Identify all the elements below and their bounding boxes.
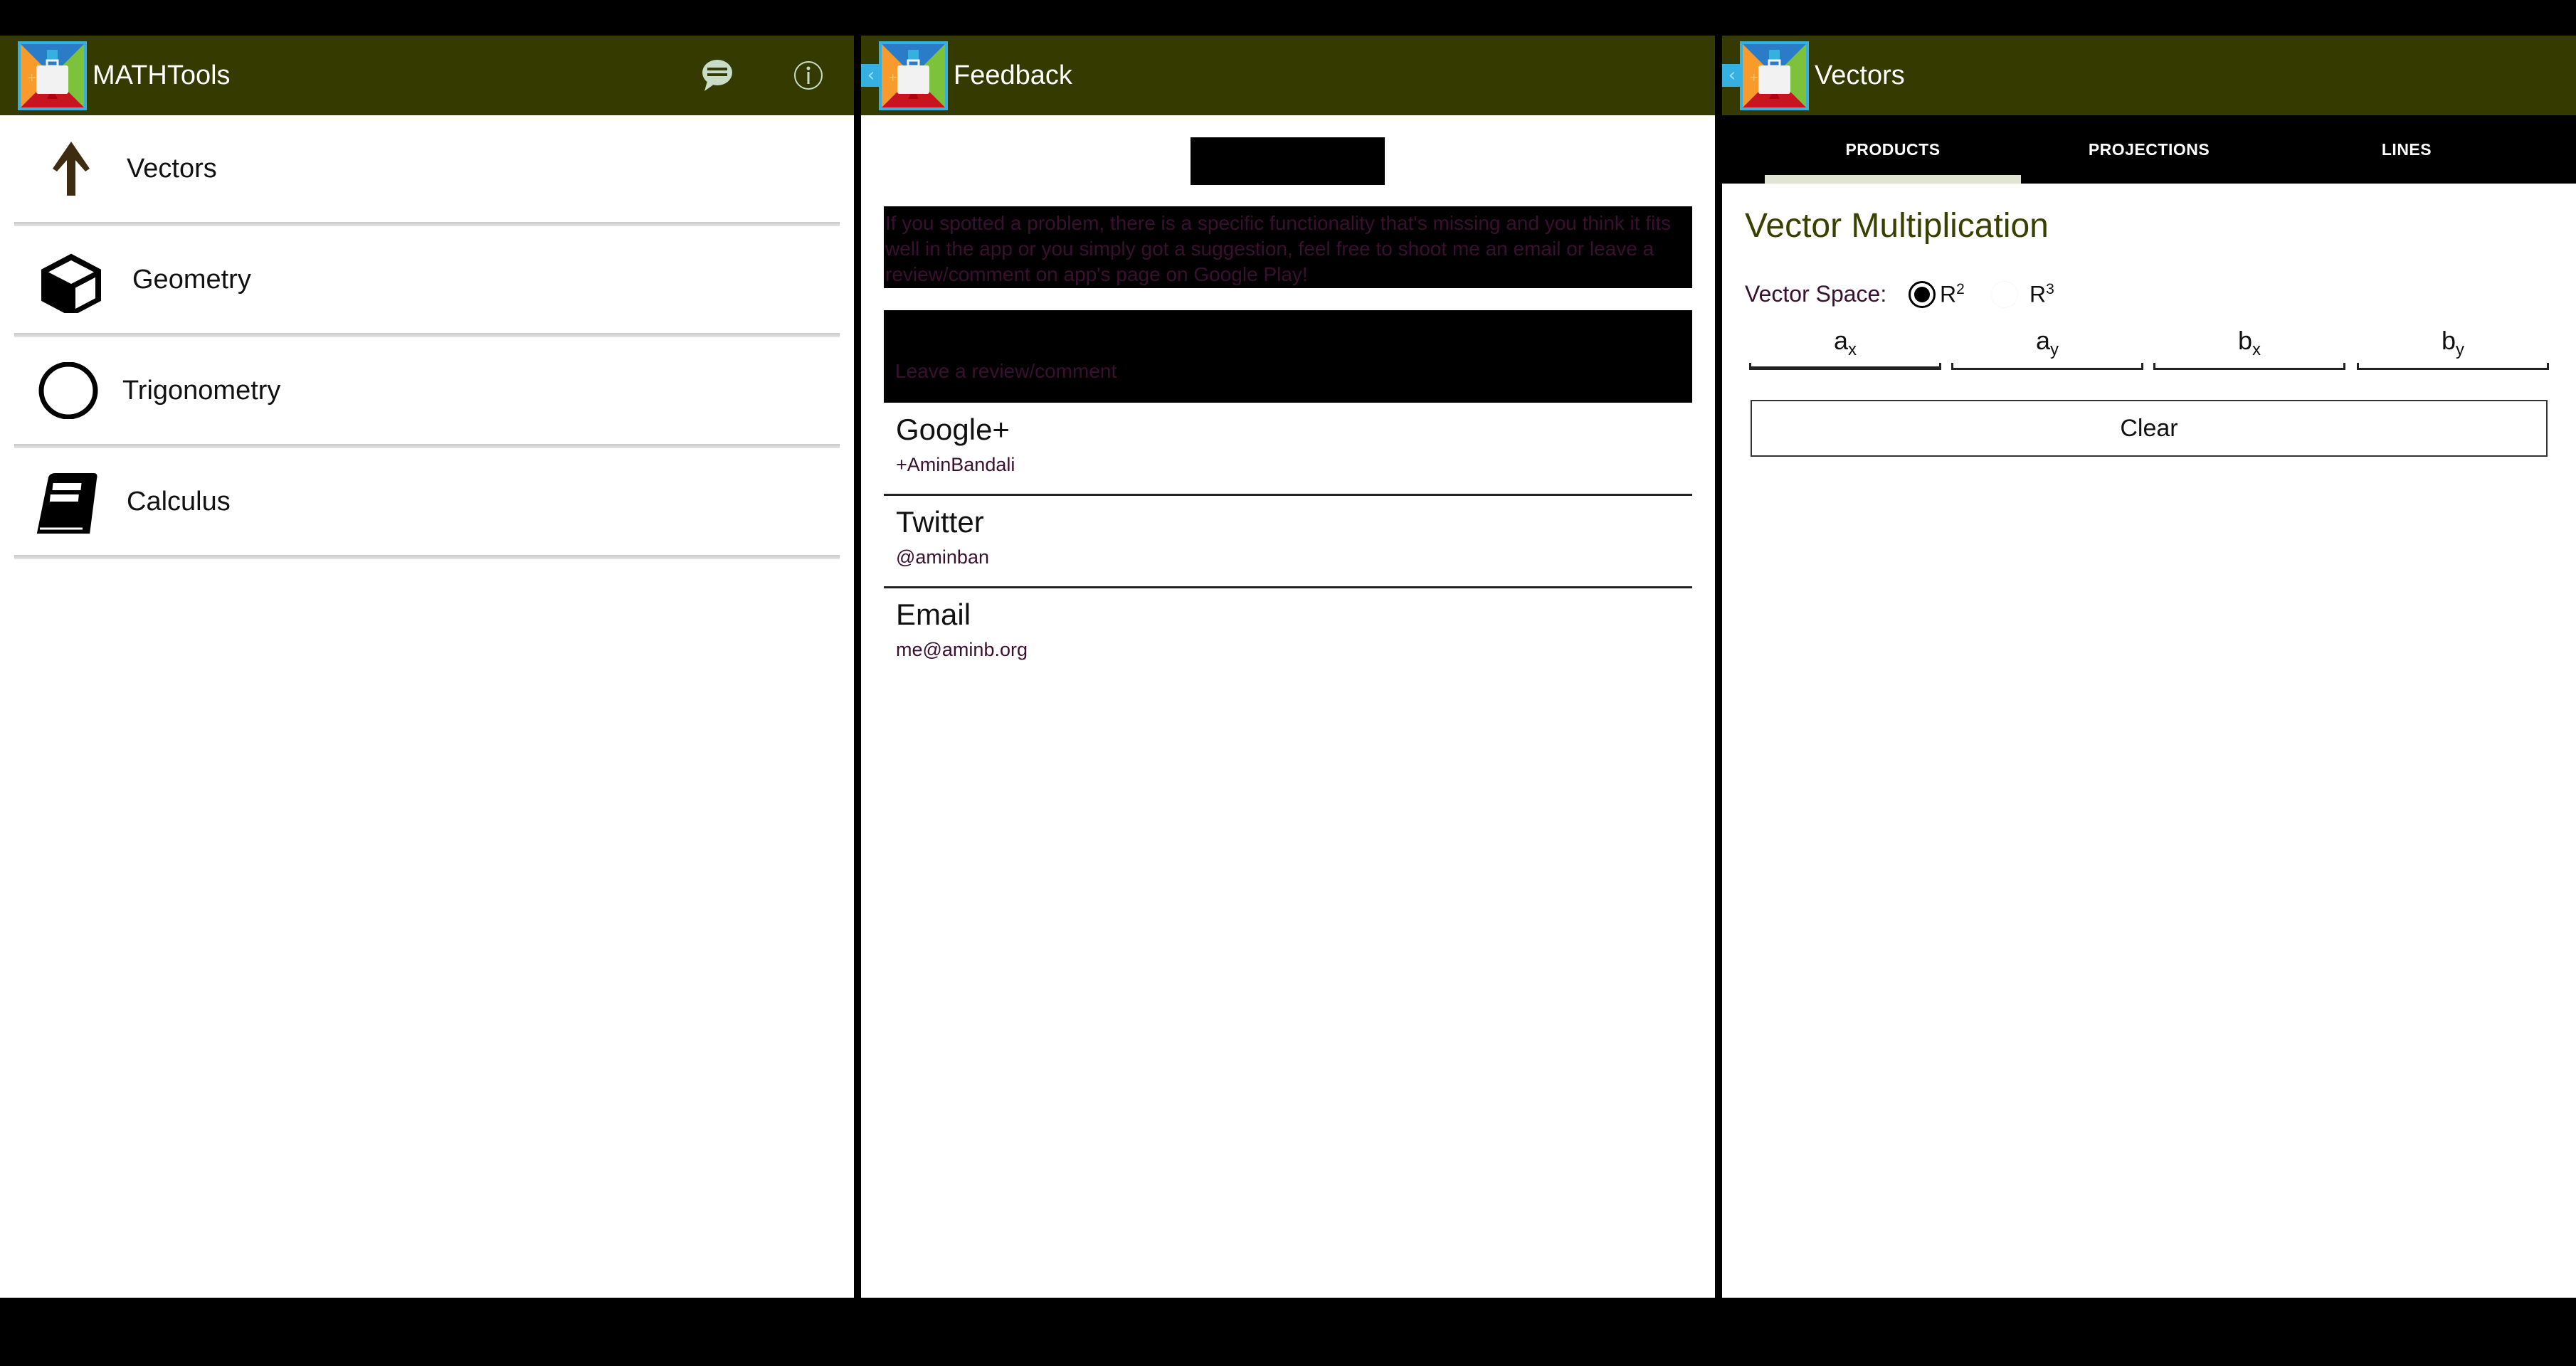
action-bar: ‹ + Vectors (1722, 36, 2576, 115)
menu-item-label: Calculus (127, 487, 231, 517)
contact-email[interactable]: Email me@aminb.org (884, 591, 1692, 683)
menu-item-geometry[interactable]: Geometry (0, 226, 854, 333)
info-icon[interactable] (790, 57, 827, 94)
menu-item-vectors[interactable]: Vectors (0, 115, 854, 222)
tab-lines[interactable]: LINES (2279, 115, 2535, 184)
contact-subtitle: +AminBandali (896, 454, 1015, 475)
feedback-screen: ‹ + Feedback If you spotted a problem, t… (861, 36, 1715, 1298)
input-placeholder: by (2441, 326, 2465, 360)
action-bar: + MATHTools (0, 36, 854, 115)
input-placeholder: bx (2237, 326, 2261, 360)
radio-r3-label: R3 (2029, 281, 2054, 307)
app-title: MATHTools (93, 60, 231, 90)
svg-text:+: + (888, 70, 897, 84)
radio-r2[interactable] (1909, 281, 1936, 308)
main-menu-screen: + MATHTools Vectors Geometry Trigonometr… (0, 36, 854, 1298)
tab-bar: PRODUCTS PROJECTIONS LINES (1722, 115, 2576, 184)
input-placeholder: ax (1833, 326, 1857, 360)
book-icon (36, 473, 97, 534)
input-placeholder: ay (2035, 326, 2059, 360)
contact-title: Email (896, 598, 971, 631)
menu-item-calculus[interactable]: Calculus (0, 448, 854, 555)
input-ax[interactable]: ax (1749, 320, 1941, 370)
input-ay[interactable]: ay (1951, 320, 2143, 370)
contact-subtitle: me@aminb.org (896, 639, 1028, 660)
menu-item-trigonometry[interactable]: Trigonometry (0, 337, 854, 444)
feedback-message: If you spotted a problem, there is a spe… (884, 206, 1692, 288)
circle-icon (38, 362, 98, 419)
app-logo-icon[interactable]: + (1740, 41, 1809, 110)
app-logo-icon[interactable]: + (18, 41, 87, 110)
cube-icon (41, 253, 101, 313)
chat-bubble-icon[interactable] (699, 57, 736, 94)
contact-twitter[interactable]: Twitter @aminban (884, 498, 1692, 591)
redacted-block (1191, 137, 1385, 185)
divider (884, 586, 1692, 588)
vectors-screen: ‹ + Vectors PRODUCTS PROJECTIONS LINES V… (1722, 36, 2576, 1298)
clear-button[interactable]: Clear (1751, 400, 2548, 457)
menu-item-label: Geometry (132, 265, 251, 295)
review-input[interactable] (884, 310, 1692, 403)
radio-r3[interactable] (1991, 281, 2018, 308)
section-title: Vector Multiplication (1745, 207, 2049, 245)
chevron-left-icon[interactable]: ‹ (1722, 64, 1742, 87)
app-logo-icon[interactable]: + (879, 41, 948, 110)
chevron-left-icon[interactable]: ‹ (861, 64, 881, 87)
screen-title: Vectors (1815, 60, 1905, 90)
svg-text:+: + (27, 70, 36, 84)
action-bar: ‹ + Feedback (861, 36, 1715, 115)
contact-subtitle: @aminban (896, 546, 989, 568)
vector-space-label: Vector Space: (1745, 281, 1887, 307)
svg-text:+: + (1749, 70, 1758, 84)
contact-googleplus[interactable]: Google+ +AminBandali (884, 406, 1692, 498)
input-bx[interactable]: bx (2153, 320, 2345, 370)
tab-projections[interactable]: PROJECTIONS (2021, 115, 2277, 184)
screen-title: Feedback (954, 60, 1072, 90)
input-by[interactable]: by (2357, 320, 2549, 370)
tab-products[interactable]: PRODUCTS (1765, 115, 2021, 184)
radio-r2-label: R2 (1940, 281, 1965, 307)
contact-title: Google+ (896, 413, 1010, 446)
active-tab-indicator (1765, 175, 2021, 184)
menu-item-label: Trigonometry (122, 376, 281, 406)
divider (14, 555, 840, 559)
menu-item-label: Vectors (127, 154, 217, 184)
arrow-up-icon (53, 142, 90, 196)
divider (884, 494, 1692, 496)
contact-title: Twitter (896, 505, 984, 539)
